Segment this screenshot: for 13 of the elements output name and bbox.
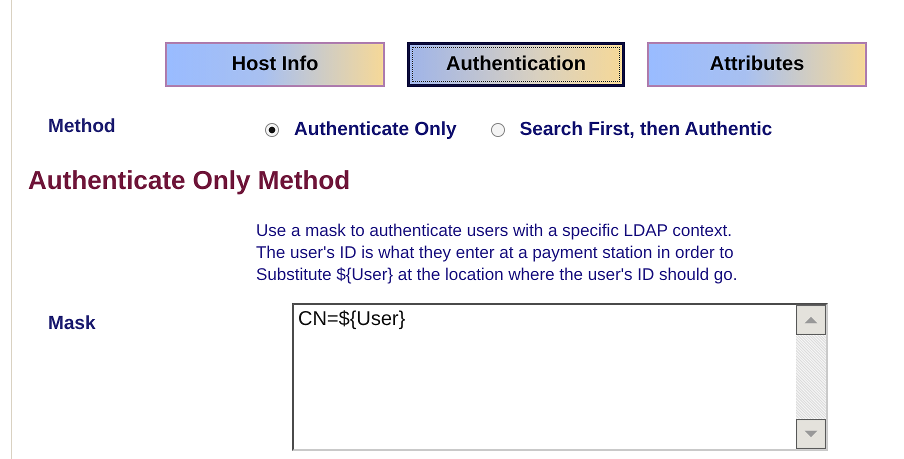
method-label: Method	[47, 116, 117, 138]
description-text: The user's ID is what they enter at a payment station in order to	[256, 242, 735, 264]
tab[interactable]: Host Info	[165, 42, 385, 87]
radio-label[interactable]: Authenticate Only	[294, 119, 457, 141]
radio-button[interactable]	[490, 123, 505, 137]
section-title: Authenticate Only Method	[28, 165, 352, 196]
tab[interactable]: Authentication	[407, 42, 625, 87]
mask-label: Mask	[47, 313, 97, 336]
tab[interactable]: Attributes	[647, 42, 867, 87]
description-text: Use a mask to authenticate users with a specific LDAP context.	[256, 220, 733, 242]
radio-label[interactable]: Search First, then Authentic	[520, 119, 772, 141]
radio-button[interactable]	[265, 123, 279, 137]
description-text: Substitute ${User} at the location where the user's ID should go.	[256, 264, 738, 286]
